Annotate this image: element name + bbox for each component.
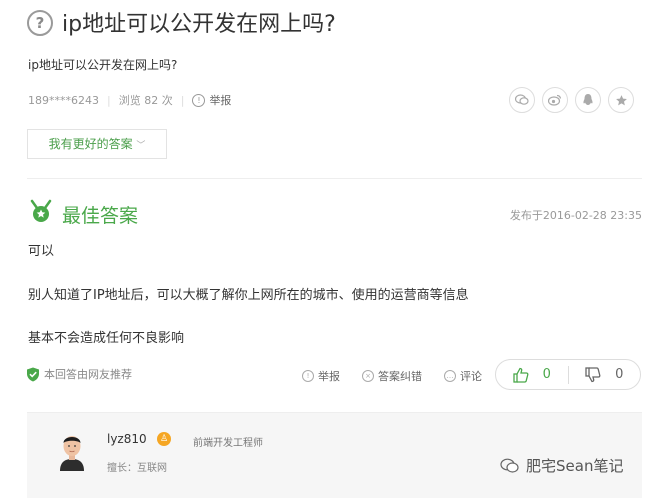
answer-line: 别人知道了IP地址后，可以大概了解你上网所在的城市、使用的运营商等信息: [28, 288, 469, 303]
thumbs-up-icon: [512, 367, 529, 383]
asker-id: 189****6243: [28, 93, 99, 107]
answer-comment-link[interactable]: … 评论: [444, 368, 482, 384]
answerer-title: 前端开发工程师: [193, 438, 263, 449]
like-button[interactable]: 0: [496, 367, 568, 383]
best-answer-label: 最佳答案: [62, 205, 139, 227]
shield-check-icon: [27, 367, 39, 381]
favorite-star-icon[interactable]: [608, 87, 634, 113]
correct-label: 答案纠错: [378, 370, 422, 383]
answer-line: 基本不会造成任何不良影响: [28, 331, 185, 346]
divider: |: [107, 93, 111, 107]
wechat-icon: [500, 458, 519, 473]
question-description: ip地址可以公开发在网上吗?: [28, 58, 178, 72]
share-bar: [509, 87, 634, 113]
report-icon: !: [192, 93, 206, 107]
report-label: 举报: [209, 94, 232, 107]
recommended-label: 本回答由网友推荐: [44, 368, 132, 381]
dislike-button[interactable]: 0: [569, 366, 641, 383]
avatar[interactable]: [57, 431, 87, 471]
better-answer-button[interactable]: 我有更好的答案 ﹀: [27, 129, 167, 159]
answer-date: 发布于2016-02-28 23:35: [509, 209, 642, 222]
dislike-count: 0: [615, 367, 624, 382]
answerer-expertise: 擅长：互联网: [107, 463, 167, 474]
thumbs-down-icon: [585, 366, 601, 382]
medal-icon: [28, 199, 54, 229]
answer-correct-link[interactable]: × 答案纠错: [362, 368, 422, 384]
chevron-down-icon: ﹀: [136, 141, 146, 151]
comment-icon: …: [444, 370, 456, 382]
report-label: 举报: [318, 370, 340, 383]
view-count: 浏览 82 次: [118, 94, 173, 107]
divider: |: [180, 93, 185, 107]
weibo-icon[interactable]: [542, 87, 568, 113]
vote-box: 0 0: [495, 359, 641, 390]
question-title: ip地址可以公开发在网上吗?: [62, 12, 336, 37]
recommended-note: 本回答由网友推荐: [26, 366, 132, 382]
level-badge-icon: ♙: [157, 432, 171, 446]
question-circle-icon: ?: [27, 10, 53, 36]
qq-icon[interactable]: [575, 87, 601, 113]
wechat-icon[interactable]: [509, 87, 535, 113]
watermark: 肥宅Sean笔记: [500, 455, 623, 476]
answer-line: 可以: [28, 244, 55, 259]
answer-actions: ! 举报 × 答案纠错 … 评论: [302, 368, 482, 384]
answerer-name[interactable]: lyz810: [107, 432, 147, 446]
question-meta: 189****6243 | 浏览 82 次 | ! 举报: [28, 92, 231, 108]
like-count: 0: [542, 367, 551, 382]
comment-label: 评论: [460, 370, 482, 383]
watermark-text: 肥宅Sean笔记: [526, 457, 624, 475]
report-icon: !: [302, 370, 314, 382]
better-answer-label: 我有更好的答案: [48, 137, 133, 151]
answer-report-link[interactable]: ! 举报: [302, 368, 340, 384]
correct-icon: ×: [362, 370, 374, 382]
divider: [27, 178, 642, 179]
question-report-link[interactable]: ! 举报: [192, 92, 231, 108]
